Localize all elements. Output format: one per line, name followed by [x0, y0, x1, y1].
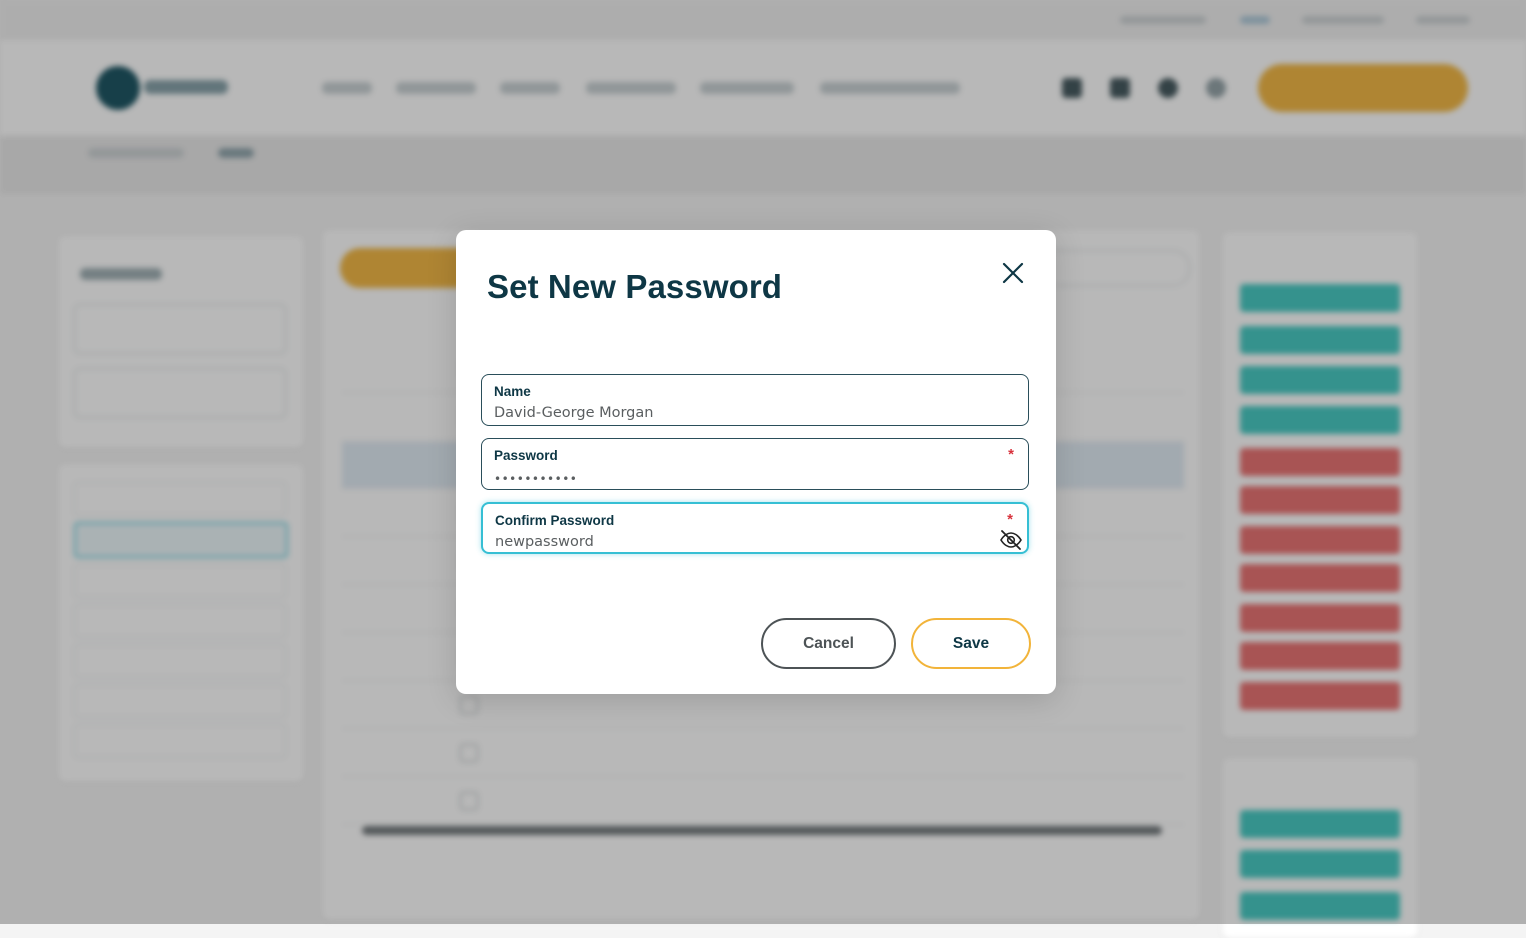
name-field: Name	[481, 374, 1029, 426]
name-input[interactable]	[494, 403, 994, 423]
dialog-title: Set New Password	[487, 268, 783, 305]
name-label: Name	[494, 384, 531, 399]
required-marker: *	[1008, 446, 1014, 463]
required-marker: *	[1007, 511, 1013, 528]
confirm-password-input[interactable]	[495, 532, 995, 552]
toggle-visibility-button[interactable]	[999, 528, 1023, 552]
password-field: Password *	[481, 438, 1029, 490]
password-input[interactable]	[494, 469, 994, 489]
close-icon	[1002, 262, 1024, 284]
save-button[interactable]: Save	[911, 618, 1031, 669]
eye-slash-icon	[1000, 530, 1022, 550]
confirm-password-field: Confirm Password *	[481, 502, 1029, 554]
cancel-button[interactable]: Cancel	[761, 618, 896, 669]
password-label: Password	[494, 448, 558, 463]
set-password-dialog: Set New Password Name Password * Confirm…	[456, 230, 1056, 694]
close-button[interactable]	[998, 258, 1028, 288]
confirm-password-label: Confirm Password	[495, 513, 615, 528]
